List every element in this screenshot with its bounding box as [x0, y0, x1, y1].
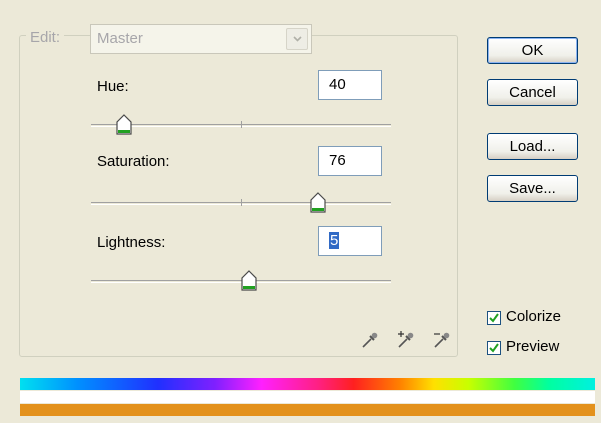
- saturation-slider-center-tick: [241, 199, 242, 206]
- eyedropper-icon[interactable]: [360, 330, 380, 350]
- edit-label: Edit:: [26, 29, 65, 46]
- edit-dropdown[interactable]: Master: [90, 24, 312, 54]
- chevron-down-icon: [286, 28, 308, 50]
- lightness-value: 5: [329, 232, 340, 249]
- hue-input[interactable]: 40: [318, 70, 382, 100]
- cancel-button[interactable]: Cancel: [487, 79, 578, 106]
- edit-dropdown-value: Master: [97, 30, 143, 47]
- preview-label[interactable]: Preview: [506, 338, 559, 355]
- result-color-bar: [20, 404, 595, 416]
- spectrum-divider: [20, 391, 595, 403]
- input-spectrum-bar: [20, 378, 595, 390]
- hue-label: Hue:: [97, 78, 129, 95]
- eyedropper-plus-icon[interactable]: [396, 330, 416, 350]
- colorize-checkbox[interactable]: [487, 311, 501, 325]
- ok-button[interactable]: OK: [487, 37, 578, 64]
- edit-groupbox: [19, 35, 458, 357]
- saturation-label: Saturation:: [97, 153, 170, 170]
- colorize-label[interactable]: Colorize: [506, 308, 561, 325]
- lightness-input[interactable]: 5: [318, 226, 382, 256]
- lightness-slider-thumb[interactable]: [240, 270, 258, 292]
- saturation-input[interactable]: 76: [318, 146, 382, 176]
- hue-slider-thumb[interactable]: [115, 114, 133, 136]
- load-button[interactable]: Load...: [487, 133, 578, 160]
- saturation-value: 76: [329, 152, 346, 169]
- saturation-slider-thumb[interactable]: [309, 192, 327, 214]
- lightness-label: Lightness:: [97, 234, 166, 251]
- eyedropper-minus-icon[interactable]: [432, 330, 452, 350]
- preview-checkbox[interactable]: [487, 341, 501, 355]
- save-button[interactable]: Save...: [487, 175, 578, 202]
- hue-value: 40: [329, 76, 346, 93]
- hue-slider-center-tick: [241, 121, 242, 128]
